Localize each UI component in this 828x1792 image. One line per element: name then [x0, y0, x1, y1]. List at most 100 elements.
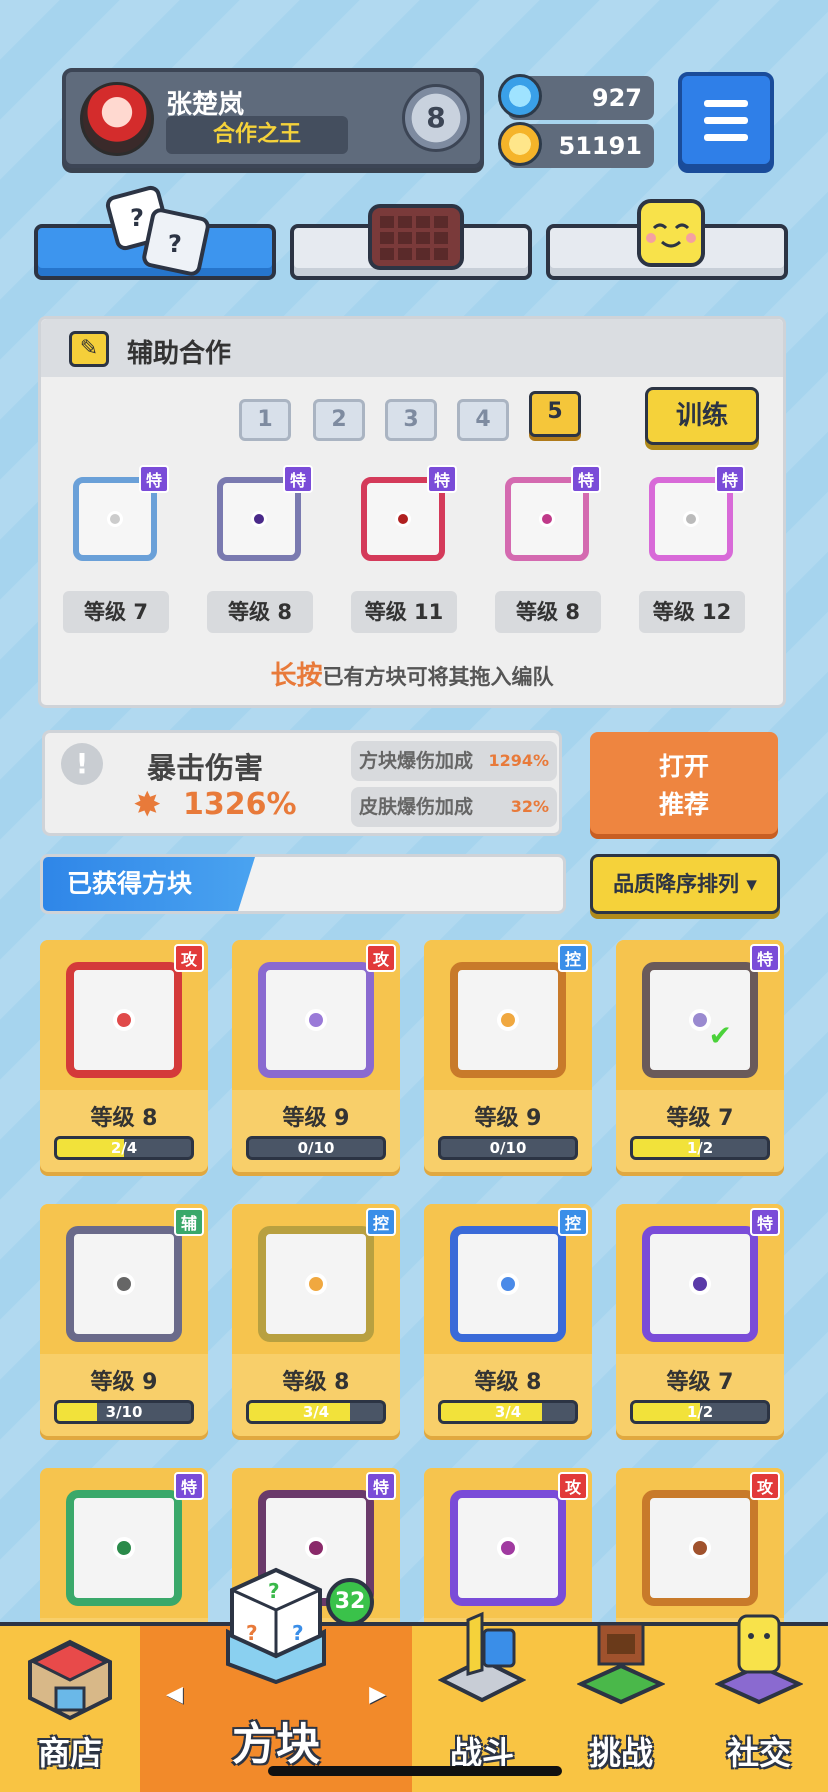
nav-shop[interactable]: 商店 [0, 1626, 140, 1792]
hamburger-line [704, 117, 748, 124]
owned-blocks-header: 已获得方块 [40, 854, 566, 914]
block-type-tag: 攻 [366, 944, 396, 972]
assist-slot-level: 等级 11 [351, 591, 457, 633]
block-frame [450, 962, 566, 1078]
block-card[interactable]: ✔ 特等级 7 1/2 [616, 940, 784, 1172]
hamburger-icon [704, 100, 748, 107]
assist-slot-level: 等级 7 [63, 591, 169, 633]
block-type-tag: 辅 [174, 1208, 204, 1236]
hint-text: 已有方块可将其拖入编队 [322, 665, 554, 689]
progress-text: 1/2 [686, 1139, 714, 1157]
shop-icon [28, 1639, 112, 1721]
mystery-block-icon: ? ? ? [226, 1567, 326, 1684]
assist-slot[interactable]: 特 [641, 465, 745, 565]
sort-label: 品质降序排列 [613, 872, 740, 896]
block-level: 等级 9 [90, 1370, 158, 1395]
block-core [689, 1273, 711, 1295]
battle-icon [438, 1611, 526, 1703]
assist-slot[interactable]: 特 [209, 465, 313, 565]
rank-badge[interactable]: 8 [402, 84, 470, 152]
tab-face[interactable] [546, 199, 788, 280]
block-core [113, 1273, 135, 1295]
challenge-icon [577, 1622, 665, 1705]
player-avatar[interactable] [80, 82, 154, 156]
block-crit-label: 方块爆伤加成 [359, 750, 474, 772]
progress-text: 3/10 [105, 1403, 143, 1421]
assist-slot[interactable]: 特 [353, 465, 457, 565]
block-level: 等级 7 [666, 1370, 734, 1395]
block-level: 等级 8 [282, 1370, 350, 1395]
progress-text: 3/4 [494, 1403, 522, 1421]
nav-challenge[interactable]: 挑战 [552, 1622, 690, 1792]
block-card[interactable]: 控等级 9 0/10 [424, 940, 592, 1172]
block-card[interactable]: 控等级 8 3/4 [424, 1204, 592, 1436]
block-card[interactable]: 辅等级 9 3/10 [40, 1204, 208, 1436]
assist-slot-level: 等级 8 [495, 591, 601, 633]
blocks-count-badge: 32 [326, 1578, 374, 1626]
upgrade-progress-bar: 3/10 [54, 1400, 194, 1424]
block-type-tag: 特 [283, 465, 313, 493]
tab-grid[interactable] [290, 204, 532, 280]
block-core [113, 1537, 135, 1559]
block-core [497, 1009, 519, 1031]
block-core [539, 511, 555, 527]
grid-board-icon [368, 204, 464, 270]
train-button[interactable]: 训练 [645, 387, 759, 445]
coin-icon [498, 122, 542, 166]
owned-blocks-label: 已获得方块 [43, 857, 255, 911]
block-crit-value: 1294% [488, 751, 549, 770]
block-card[interactable]: 控等级 8 3/4 [232, 1204, 400, 1436]
block-core [305, 1273, 327, 1295]
block-type-tag: 控 [366, 1208, 396, 1236]
skin-crit-bonus: 皮肤爆伤加成 32% [351, 787, 557, 827]
exclamation-icon[interactable]: ! [61, 743, 103, 785]
player-profile[interactable]: 张楚岚 合作之王 8 [62, 68, 484, 168]
chevron-left-icon[interactable]: ◀ [166, 1682, 183, 1707]
open-recommend-button[interactable]: 打开 推荐 [590, 732, 778, 834]
progress-text: 1/2 [686, 1403, 714, 1421]
progress-text: 0/10 [297, 1139, 335, 1157]
svg-text:?: ? [292, 1621, 304, 1645]
sort-dropdown[interactable]: 品质降序排列 ▾ [590, 854, 780, 914]
block-level: 等级 8 [90, 1106, 158, 1131]
block-card[interactable]: 特等级 7 1/2 [616, 1204, 784, 1436]
block-core [305, 1009, 327, 1031]
nav-social[interactable]: 社交 [690, 1614, 828, 1792]
block-type-tag: 控 [558, 944, 588, 972]
block-type-tag: 特 [571, 465, 601, 493]
skin-crit-value: 32% [510, 797, 549, 816]
tab-dice[interactable]: ? ? [34, 185, 276, 280]
svg-text:?: ? [168, 230, 182, 258]
open-recommend-line2: 推荐 [658, 790, 709, 819]
assist-slot[interactable]: 特 [497, 465, 601, 565]
menu-button[interactable] [678, 72, 774, 168]
block-card[interactable]: 攻等级 8 2/4 [40, 940, 208, 1172]
pencil-icon[interactable]: ✎ [69, 331, 109, 367]
dice-icon: ? ? [105, 185, 210, 276]
nav-shop-label: 商店 [37, 1734, 102, 1772]
block-core [497, 1537, 519, 1559]
block-card[interactable]: 攻等级 9 0/10 [232, 940, 400, 1172]
page-button-5[interactable]: 5 [529, 391, 581, 437]
upgrade-progress-bar: 0/10 [246, 1136, 386, 1160]
chevron-right-icon[interactable]: ▶ [369, 1682, 386, 1707]
skin-crit-label: 皮肤爆伤加成 [359, 796, 474, 818]
assist-panel: ✎ 辅助合作 1 2 3 4 5 训练 特等级 7 特等级 8 特等级 11 特等级 … [38, 316, 786, 708]
block-frame [66, 962, 182, 1078]
svg-text:?: ? [246, 1621, 258, 1645]
upgrade-progress-bar: 3/4 [438, 1400, 578, 1424]
page-button-3[interactable]: 3 [385, 399, 437, 441]
crit-value: 1326% [183, 787, 297, 822]
block-core [251, 511, 267, 527]
nav-challenge-label: 挑战 [588, 1734, 653, 1772]
upgrade-progress-bar: 1/2 [630, 1400, 770, 1424]
assist-slot[interactable]: 特 [65, 465, 169, 565]
home-indicator [268, 1766, 562, 1776]
page-button-2[interactable]: 2 [313, 399, 365, 441]
assist-slot-level: 等级 8 [207, 591, 313, 633]
block-frame [258, 1226, 374, 1342]
upgrade-progress-bar: 3/4 [246, 1400, 386, 1424]
page-button-4[interactable]: 4 [457, 399, 509, 441]
hamburger-line [704, 134, 748, 141]
page-button-1[interactable]: 1 [239, 399, 291, 441]
